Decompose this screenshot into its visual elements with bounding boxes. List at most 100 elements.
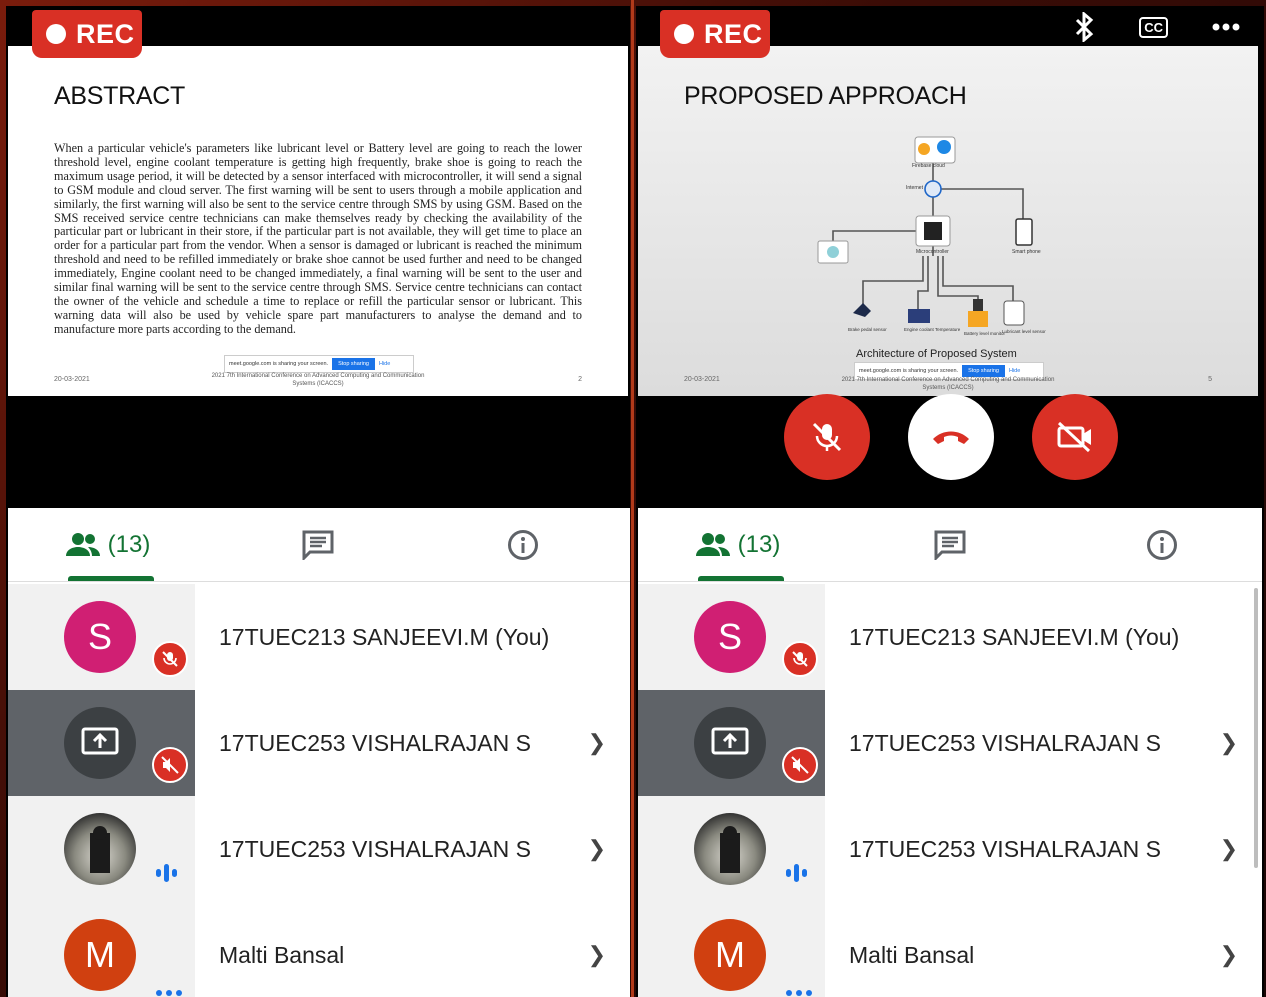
diagram-label-battery: Battery level monitor [964,331,1006,336]
end-call-button[interactable] [908,394,994,480]
rec-indicator: REC [660,10,770,58]
avatar-photo [64,813,136,885]
participant-row[interactable]: M Malti Bansal ❯ [638,902,1262,997]
hide-banner-button[interactable]: Hide [379,361,390,367]
participant-avatar-area: S [8,584,195,690]
closed-caption-icon[interactable]: CC [1139,16,1168,38]
chevron-right-icon[interactable]: ❯ [588,942,606,968]
chat-icon [934,530,966,560]
avatar: M [64,919,136,991]
tab-chat[interactable] [258,530,378,560]
diagram-label-brake: Brake pedal sensor [848,327,887,332]
slide-title: PROPOSED APPROACH [684,82,967,110]
slide-conference-footer: 2021 7th International Conference on Adv… [841,377,1055,391]
participant-name-text: Malti Bansal [849,941,975,968]
participant-name: Malti Bansal ❯ [825,902,1262,997]
hang-up-icon [933,431,969,444]
slide-body-text: When a particular vehicle's parameters l… [54,141,582,336]
chat-icon [302,530,334,560]
slide-date: 20-03-2021 [684,376,720,383]
participant-name-text: 17TUEC253 VISHALRAJAN S [219,835,531,862]
speaking-indicator-icon [786,864,807,882]
diagram-label-phone: Smart phone [1012,249,1041,255]
participant-row[interactable]: S 17TUEC213 SANJEEVI.M (You) [8,584,630,690]
participant-row[interactable]: 17TUEC253 VISHALRAJAN S ❯ [8,796,630,902]
participant-avatar-area: M [638,902,825,997]
screen-share-avatar-icon [64,707,136,779]
chevron-right-icon[interactable]: ❯ [1220,730,1238,756]
diagram-label-internet: Internet [906,185,924,191]
screen-share-avatar-icon [694,707,766,779]
stop-sharing-button[interactable]: Stop sharing [332,358,375,370]
participant-avatar-area [638,690,825,796]
left-meet-screen: REC ABSTRACT When a particular vehicle's… [6,6,630,997]
participant-row[interactable]: 17TUEC253 VISHALRAJAN S ❯ [638,796,1262,902]
camera-toggle-button[interactable] [1032,394,1118,480]
participant-name: 17TUEC253 VISHALRAJAN S ❯ [825,690,1262,796]
participant-row[interactable]: S 17TUEC213 SANJEEVI.M (You) [638,584,1262,690]
muted-speaker-icon [782,747,818,783]
muted-mic-icon [782,641,818,677]
rec-dot-icon [46,24,66,44]
participant-row[interactable]: M Malti Bansal ❯ [8,902,630,997]
info-icon [508,529,538,560]
participant-list: S 17TUEC213 SANJEEVI.M (You) 17TUEC253 V… [8,584,630,997]
participant-name: 17TUEC253 VISHALRAJAN S ❯ [195,796,630,902]
slide-title: ABSTRACT [54,82,185,110]
diagram-label-coolant: Engine coolant Temperature [904,327,961,332]
diagram-label-micro: Microcontroller [916,249,949,255]
slide-date: 20-03-2021 [54,376,90,383]
mic-toggle-button[interactable] [784,394,870,480]
share-banner-text: meet.google.com is sharing your screen. [229,361,329,367]
bluetooth-icon [1076,12,1094,42]
chevron-right-icon[interactable]: ❯ [588,730,606,756]
slide-page-number: 2 [578,376,582,383]
participants-sheet: (13) S 17TUEC213 SANJEEVI.M (You) 17TUEC… [638,508,1262,997]
scrollbar[interactable] [1254,588,1258,868]
shared-slide: ABSTRACT When a particular vehicle's par… [8,46,628,396]
rec-dot-icon [674,24,694,44]
participant-avatar-area [8,796,195,902]
avatar: M [694,919,766,991]
participant-row[interactable]: 17TUEC253 VISHALRAJAN S ❯ [638,690,1262,796]
tab-info[interactable] [463,529,583,561]
active-tab-indicator [698,576,784,581]
call-controls [784,394,1118,480]
participant-avatar-area [8,690,195,796]
muted-speaker-icon [152,747,188,783]
slide-page-number: 5 [1208,376,1212,383]
more-icon[interactable] [1212,23,1240,31]
architecture-diagram: Firebase cloud Internet Microcontroller … [817,136,1046,336]
avatar: S [694,601,766,673]
speaking-indicator-icon [156,864,177,882]
participant-list: S 17TUEC213 SANJEEVI.M (You) 17TUEC253 V… [638,584,1262,997]
screen-share-banner: meet.google.com is sharing your screen. … [224,355,414,373]
participant-name: 17TUEC213 SANJEEVI.M (You) [825,584,1262,690]
participant-name-text: 17TUEC253 VISHALRAJAN S [219,729,531,756]
people-count: (13) [107,530,151,558]
people-count: (13) [737,530,781,558]
chevron-right-icon[interactable]: ❯ [1220,942,1238,968]
diagram-label-lubricant: Lubricant level sensor [1002,329,1046,334]
chevron-right-icon[interactable]: ❯ [1220,836,1238,862]
avatar-photo [694,813,766,885]
people-icon [65,532,100,556]
diagram-label-cloud: Firebase cloud [912,163,945,169]
tab-chat[interactable] [890,530,1010,560]
participant-row[interactable]: 17TUEC253 VISHALRAJAN S ❯ [8,690,630,796]
more-dots-icon [786,990,812,996]
chevron-right-icon[interactable]: ❯ [588,836,606,862]
participants-sheet: (13) S 17TUEC213 SANJEEVI.M (You) 17TUEC… [8,508,630,997]
participant-avatar-area [638,796,825,902]
sheet-tabs: (13) [8,508,630,582]
people-icon [695,532,730,556]
camera-off-icon [1057,421,1091,453]
participant-name: Malti Bansal ❯ [195,902,630,997]
tab-info[interactable] [1102,529,1222,561]
right-meet-screen: REC CC PROPOSED APPROACH Firebase cloud … [636,6,1264,997]
tab-people[interactable]: (13) [658,531,818,559]
sheet-tabs: (13) [638,508,1262,582]
tab-people[interactable]: (13) [28,531,188,559]
avatar: S [64,601,136,673]
hide-banner-button[interactable]: Hide [1009,368,1020,374]
